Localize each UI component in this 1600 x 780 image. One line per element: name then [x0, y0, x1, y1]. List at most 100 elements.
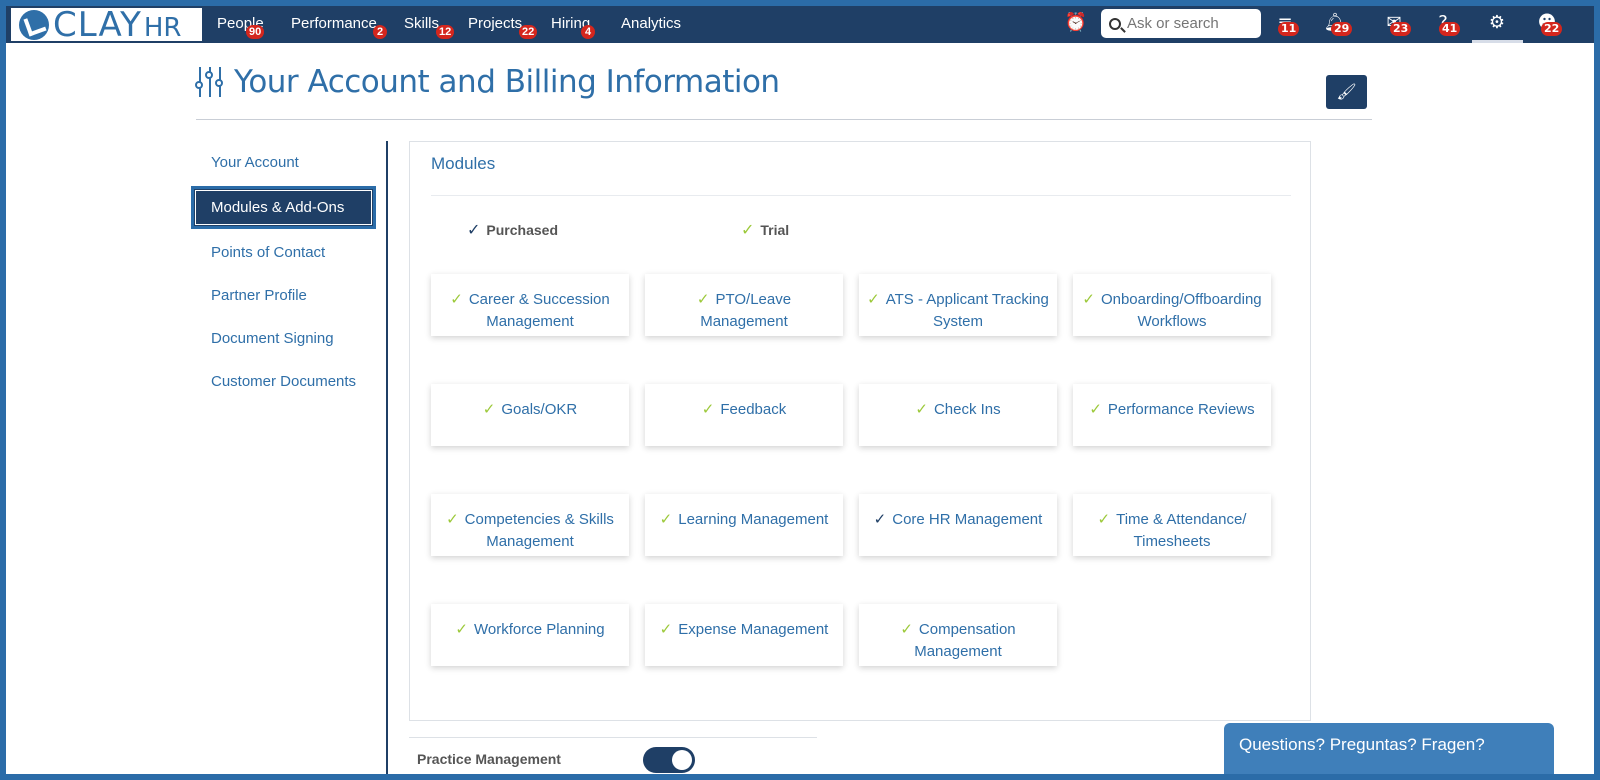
module-card-label: Feedback — [720, 401, 787, 418]
side-item-modules-add-ons[interactable]: Modules & Add-Ons — [191, 186, 376, 229]
nav-item-analytics[interactable]: Analytics — [621, 6, 681, 43]
practice-label: Practice Management — [417, 751, 561, 767]
module-card[interactable]: ✓ Time & Attendance/ Timesheets — [1073, 494, 1271, 556]
nav-item-people[interactable]: People 90 — [217, 6, 265, 43]
legend-label: Trial — [760, 222, 790, 238]
icon-badge: 41 — [1439, 22, 1461, 36]
icon-badge: 11 — [1278, 22, 1300, 36]
brush-icon: 🖌︎ — [1336, 82, 1357, 101]
check-icon: ✓ — [900, 620, 913, 638]
check-icon: ✓ — [701, 400, 715, 418]
avatar-icon[interactable]: ☻ 22 — [1534, 10, 1563, 36]
bell-icon[interactable]: 🔔︎ 29 — [1322, 10, 1353, 36]
nav-badge: 4 — [581, 25, 595, 39]
sliders-icon — [194, 65, 226, 99]
module-card[interactable]: ✓ Goals/OKR — [431, 384, 629, 446]
check-icon: ✓ — [659, 620, 673, 638]
help-icon[interactable]: ? 41 — [1430, 10, 1461, 36]
nav-label: Performance — [291, 15, 377, 32]
legend-purchased: ✓ Purchased — [467, 220, 558, 239]
settings-active-indicator — [1472, 40, 1523, 43]
logo-suffix: HR — [143, 12, 182, 43]
module-card[interactable]: ✓ Expense Management — [645, 604, 843, 666]
icon-badge: 23 — [1390, 22, 1412, 36]
module-card[interactable]: ✓ Core HR Management — [859, 494, 1057, 556]
legend-label: Purchased — [486, 222, 558, 238]
check-icon: ✓ — [1082, 290, 1095, 308]
check-icon: ✓ — [446, 510, 459, 528]
logo[interactable]: CLAY HR — [11, 6, 202, 45]
module-card[interactable]: ✓ Compensation Management — [859, 604, 1057, 666]
module-card-label: Core HR Management — [892, 511, 1043, 528]
module-card-label: Expense Management — [678, 621, 829, 638]
nav-badge: 90 — [246, 25, 265, 39]
module-card-label: Competencies & Skills Management — [464, 511, 614, 550]
check-icon: ✓ — [915, 400, 928, 418]
toggle-thumb — [672, 750, 692, 770]
side-item-your-account[interactable]: Your Account — [191, 141, 376, 184]
practice-toggle[interactable] — [643, 747, 695, 773]
nav-item-skills[interactable]: Skills 12 — [404, 6, 455, 43]
module-card-label: Time & Attendance/ Timesheets — [1116, 511, 1247, 550]
modules-title: Modules — [431, 154, 496, 173]
modules-panel: Modules ✓ Purchased ✓ Trial ✓ Career & Succ… — [409, 141, 1311, 721]
module-card-label: Performance Reviews — [1107, 401, 1255, 418]
module-card-label: Goals/OKR — [501, 401, 578, 418]
icon-badge: 22 — [1541, 22, 1563, 36]
stack-icon[interactable]: ≡ 11 — [1272, 10, 1300, 36]
app-window: CLAY HR People 90 Performance 2 Skills 1… — [6, 6, 1594, 774]
module-card[interactable]: ✓ Onboarding/Offboarding Workflows — [1073, 274, 1271, 336]
practice-divider — [409, 737, 817, 738]
check-icon: ✓ — [455, 620, 468, 638]
nav-item-hiring[interactable]: Hiring 4 — [551, 6, 595, 43]
logo-mark-icon — [19, 9, 49, 40]
module-card[interactable]: ✓ Career & Succession Management — [431, 274, 629, 336]
check-icon: ✓ — [659, 510, 673, 528]
module-card-label: ATS - Applicant Tracking System — [885, 291, 1049, 330]
alarm-clock-icon[interactable]: ⏰ — [1063, 10, 1089, 36]
module-card[interactable]: ✓ Workforce Planning — [431, 604, 629, 666]
mail-icon[interactable]: ✉ 23 — [1381, 10, 1412, 36]
search-icon — [1109, 17, 1121, 30]
module-card[interactable]: ✓ Feedback — [645, 384, 843, 446]
search-box[interactable] — [1101, 9, 1261, 38]
module-card-label: Check Ins — [933, 401, 1001, 418]
side-item-document-signing[interactable]: Document Signing — [191, 317, 376, 360]
side-divider — [386, 141, 388, 774]
nav-label: Skills — [404, 15, 440, 32]
nav-badge: 2 — [373, 25, 387, 39]
icon-badge: 29 — [1331, 22, 1353, 36]
check-icon: ✓ — [467, 220, 481, 239]
nav-item-performance[interactable]: Performance 2 — [291, 6, 387, 43]
module-card[interactable]: ✓ Check Ins — [859, 384, 1057, 446]
side-nav: Your Account Modules & Add-Ons Points of… — [191, 141, 376, 403]
side-item-customer-documents[interactable]: Customer Documents — [191, 360, 376, 403]
module-card[interactable]: ✓ ATS - Applicant Tracking System — [859, 274, 1057, 336]
module-card[interactable]: ✓ Learning Management — [645, 494, 843, 556]
search-input[interactable] — [1127, 15, 1255, 32]
nav-badge: 12 — [436, 25, 455, 39]
module-card[interactable]: ✓ Competencies & Skills Management — [431, 494, 629, 556]
module-card-label: Workforce Planning — [473, 621, 605, 638]
module-card[interactable]: ✓ PTO/Leave Management — [645, 274, 843, 336]
side-item-partner-profile[interactable]: Partner Profile — [191, 274, 376, 317]
check-icon: ✓ — [1089, 400, 1102, 418]
brush-button[interactable]: 🖌︎ — [1326, 75, 1367, 109]
check-icon: ✓ — [482, 400, 496, 418]
top-nav: CLAY HR People 90 Performance 2 Skills 1… — [6, 6, 1594, 43]
module-card-label: Onboarding/Offboarding Workflows — [1100, 291, 1262, 330]
page-title: Your Account and Billing Information — [234, 64, 780, 100]
module-card[interactable]: ✓ Performance Reviews — [1073, 384, 1271, 446]
check-icon: ✓ — [873, 510, 887, 528]
logo-text: CLAY — [53, 6, 142, 45]
page-header: Your Account and Billing Information — [194, 64, 780, 100]
check-icon: ✓ — [741, 220, 755, 239]
nav-label: Projects — [468, 15, 523, 32]
side-item-points-of-contact[interactable]: Points of Contact — [191, 231, 376, 274]
chat-button[interactable]: Questions? Preguntas? Fragen? — [1224, 723, 1554, 774]
nav-item-projects[interactable]: Projects 22 — [468, 6, 538, 43]
module-card-label: Career & Succession Management — [468, 291, 610, 330]
gear-icon[interactable]: ⚙ — [1484, 10, 1510, 36]
module-card-label: Compensation Management — [914, 621, 1016, 660]
check-icon: ✓ — [867, 290, 880, 308]
